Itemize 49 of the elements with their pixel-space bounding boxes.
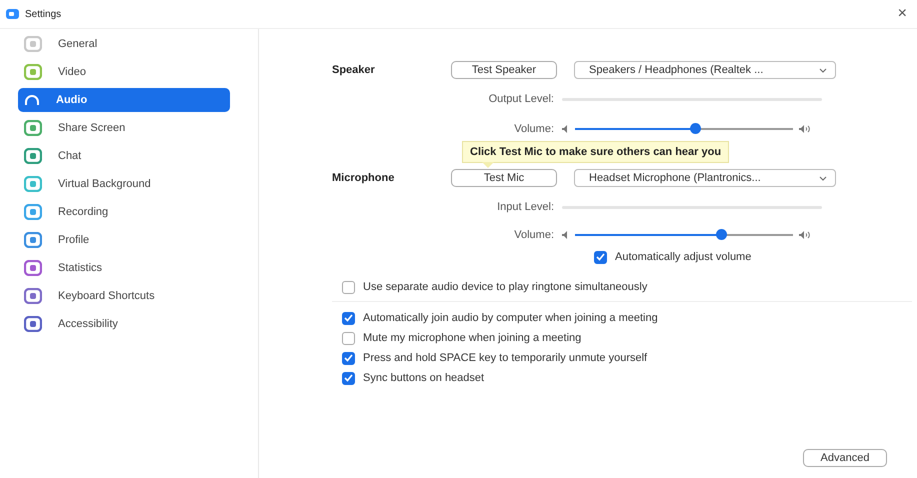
checkbox-label: Automatically adjust volume — [615, 251, 752, 263]
level-label: Output Level: — [488, 93, 555, 105]
sidebar-item[interactable]: Accessibility — [18, 312, 230, 336]
device-dropdown[interactable]: Speakers / Headphones (Realtek ... — [574, 61, 836, 79]
tooltip-pointer — [482, 162, 494, 168]
sidebar-item[interactable]: Share Screen — [18, 116, 230, 140]
speaker-quiet-icon — [562, 125, 569, 133]
speaker-loud-icon — [799, 231, 811, 239]
sidebar-item[interactable]: Chat — [18, 144, 230, 168]
checkbox[interactable] — [342, 280, 355, 294]
slider-thumb[interactable] — [716, 229, 728, 240]
checkbox[interactable] — [342, 332, 355, 344]
test-mic-button[interactable]: Test Mic — [451, 169, 557, 187]
caret-icon — [819, 68, 827, 72]
sidebar-item[interactable]: Recording — [18, 200, 230, 224]
level-label: Input Level: — [496, 201, 555, 213]
checkbox-label: Mute my microphone when joining a meeting — [363, 332, 582, 344]
speaker-quiet-icon — [562, 231, 569, 239]
caret-icon — [819, 176, 827, 180]
volume-slider[interactable] — [575, 229, 793, 241]
section-label: Speaker — [332, 64, 376, 76]
sidebar-item[interactable]: Audio — [18, 88, 230, 112]
checkbox-label: Automatically join audio by computer when joining a meeting — [363, 312, 658, 324]
section-label: Microphone — [332, 172, 396, 184]
tooltip: Click Test Mic to make sure others can hear you — [462, 141, 730, 163]
checkbox-label: Sync buttons on headset — [363, 372, 484, 384]
sidebar-item[interactable]: Statistics — [18, 256, 230, 280]
checkbox[interactable] — [342, 312, 355, 324]
sidebar-item[interactable]: Video — [18, 60, 230, 84]
app-icon — [6, 9, 19, 19]
checkbox[interactable] — [342, 352, 355, 364]
sidebar-item[interactable]: Profile — [18, 228, 230, 252]
speaker-loud-icon — [799, 125, 811, 133]
test-speaker-button[interactable]: Test Speaker — [451, 61, 557, 79]
close-button[interactable]: × — [898, 6, 907, 22]
volume-label: Volume: — [513, 229, 555, 241]
sidebar-item[interactable]: General — [18, 32, 230, 56]
checkbox-label: Press and hold SPACE key to temporarily unmute yourself — [363, 352, 648, 364]
volume-slider[interactable] — [575, 123, 793, 135]
device-dropdown[interactable]: Headset Microphone (Plantronics... — [574, 169, 836, 187]
checkbox[interactable] — [594, 250, 607, 264]
slider-thumb[interactable] — [690, 123, 701, 134]
sidebar-item[interactable]: Virtual Background — [18, 172, 230, 196]
volume-label: Volume: — [513, 123, 555, 135]
advanced-button[interactable]: Advanced — [803, 449, 887, 467]
checkbox-label: Use separate audio device to play ringtone simultaneously — [363, 281, 648, 293]
sidebar-item[interactable]: Keyboard Shortcuts — [18, 284, 230, 308]
window-title: Settings — [25, 8, 62, 20]
checkbox[interactable] — [342, 372, 355, 384]
